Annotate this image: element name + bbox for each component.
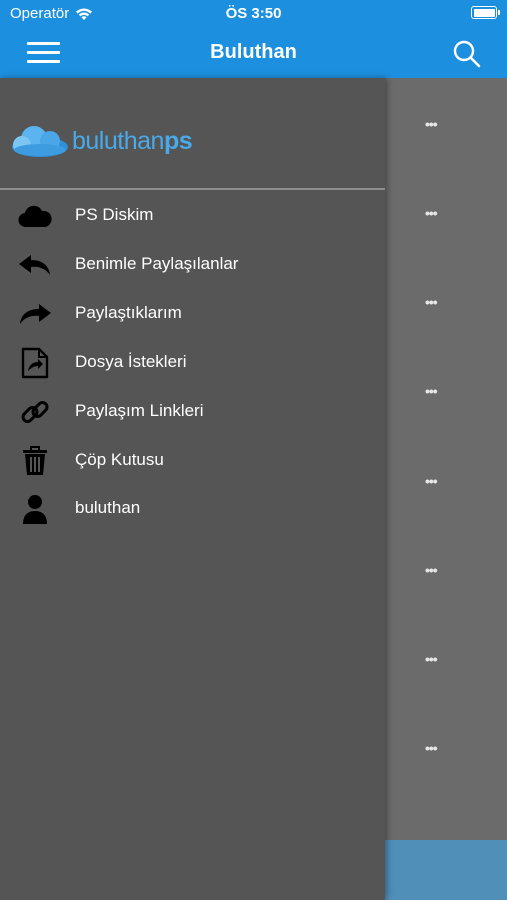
menu-item-paylasim-linkleri[interactable]: Paylaşım Linkleri — [0, 390, 385, 434]
share-icon — [18, 298, 52, 330]
search-button[interactable] — [452, 39, 482, 69]
trash-icon — [18, 445, 52, 477]
bottom-toolbar — [385, 840, 507, 900]
menu-item-label: PS Diskim — [75, 205, 154, 224]
more-options-icon[interactable]: ••• — [425, 562, 438, 578]
clock: ÖS 3:50 — [225, 5, 282, 22]
logo-text-accent: ps — [163, 126, 193, 155]
menu-item-label: Paylaştıklarım — [75, 303, 182, 322]
menu-item-user[interactable]: buluthan — [0, 487, 385, 531]
drawer-divider — [0, 188, 385, 190]
user-icon — [18, 493, 52, 525]
page-title: Buluthan — [210, 41, 297, 63]
side-drawer: buluthanps PS Diskim Benimle Paylaşılanl… — [0, 78, 385, 900]
more-options-icon[interactable]: ••• — [425, 294, 438, 310]
nav-bar: Buluthan — [0, 28, 507, 78]
search-icon — [453, 40, 481, 68]
more-options-icon[interactable]: ••• — [425, 740, 438, 756]
menu-item-label: Benimle Paylaşılanlar — [75, 254, 239, 273]
more-options-icon[interactable]: ••• — [425, 116, 438, 132]
menu-item-paylastiklarim[interactable]: Paylaştıklarım — [0, 292, 385, 336]
more-options-icon[interactable]: ••• — [425, 383, 438, 399]
menu-item-cop-kutusu[interactable]: Çöp Kutusu — [0, 439, 385, 483]
more-options-icon[interactable]: ••• — [425, 651, 438, 667]
reply-icon — [18, 249, 52, 281]
logo-text: buluthanps — [72, 126, 193, 156]
menu-item-dosya-istekleri[interactable]: Dosya İstekleri — [0, 341, 385, 385]
menu-item-label: Çöp Kutusu — [75, 450, 164, 469]
menu-item-benimle-paylasilanlar[interactable]: Benimle Paylaşılanlar — [0, 243, 385, 287]
cloud-logo-icon — [12, 126, 68, 157]
battery-icon — [471, 6, 500, 19]
app-logo: buluthanps — [10, 123, 193, 159]
menu-item-ps-diskim[interactable]: PS Diskim — [0, 194, 385, 238]
cloud-icon — [18, 200, 52, 232]
menu-item-label: buluthan — [75, 498, 141, 517]
menu-item-label: Dosya İstekleri — [75, 352, 187, 371]
logo-text-main: buluthan — [72, 126, 164, 155]
link-icon — [18, 396, 52, 428]
menu-item-label: Paylaşım Linkleri — [75, 401, 204, 420]
file-list-background — [385, 78, 507, 900]
more-options-icon[interactable]: ••• — [425, 205, 438, 221]
more-options-icon[interactable]: ••• — [425, 473, 438, 489]
file-share-icon — [18, 347, 52, 379]
status-bar: Operatör ÖS 3:50 — [0, 0, 507, 28]
